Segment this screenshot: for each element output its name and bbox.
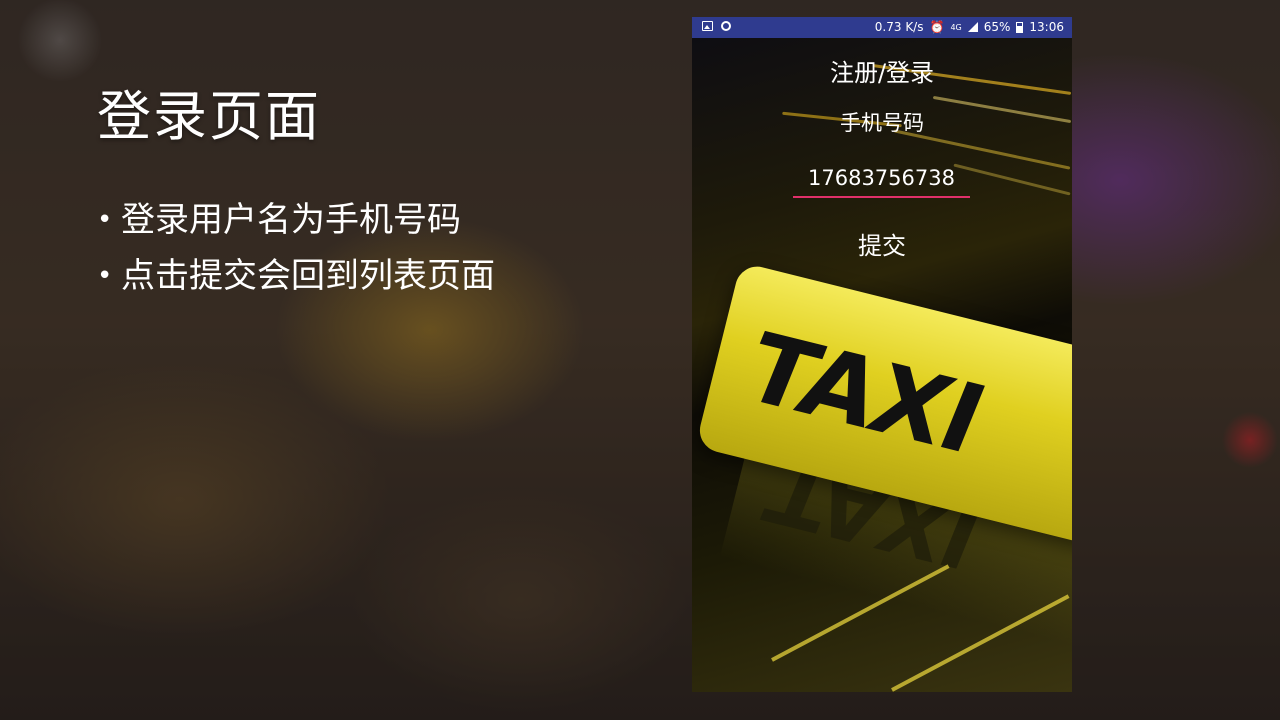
bullet-list: • 登录用户名为手机号码 • 点击提交会回到列表页面 <box>97 192 495 304</box>
bullet-item: • 登录用户名为手机号码 <box>97 192 495 248</box>
network-type: 4G <box>950 22 962 32</box>
phone-number-label: 手机号码 <box>840 111 924 135</box>
clock: 13:06 <box>1029 20 1064 34</box>
bullet-icon: • <box>97 261 113 291</box>
phone-screenshot: 0.73 K/s ⏰ 4G 65% 13:06 TAXI TAXI 注册/登录 … <box>692 17 1072 692</box>
taxi-sign-text: TAXI <box>729 312 999 475</box>
bullet-text: 点击提交会回到列表页面 <box>121 256 495 296</box>
submit-button[interactable]: 提交 <box>822 223 942 263</box>
circle-notification-icon <box>721 21 731 31</box>
phone-number-input[interactable] <box>793 160 970 198</box>
image-icon <box>702 21 713 31</box>
signal-icon <box>967 22 978 32</box>
battery-icon <box>1016 21 1024 33</box>
page-title: 注册/登录 <box>829 59 935 87</box>
status-bar: 0.73 K/s ⏰ 4G 65% 13:06 <box>692 17 1072 38</box>
slide-title: 登录页面 <box>97 85 321 148</box>
alarm-icon: ⏰ <box>929 20 945 34</box>
battery-percent: 65% <box>983 20 1011 34</box>
bullet-text: 登录用户名为手机号码 <box>121 200 461 240</box>
bullet-icon: • <box>97 205 113 235</box>
network-speed: 0.73 K/s <box>874 20 924 34</box>
bullet-item: • 点击提交会回到列表页面 <box>97 248 495 304</box>
